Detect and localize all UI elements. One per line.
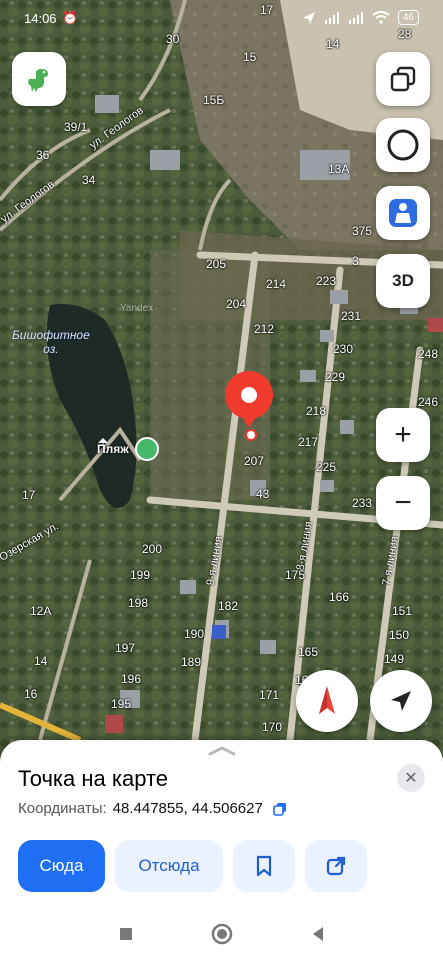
house-number: 223 [316, 274, 337, 288]
house-number: 246 [418, 395, 439, 409]
zoom-out-button[interactable]: − [376, 476, 430, 530]
wifi-icon [372, 11, 390, 24]
share-icon [326, 856, 346, 876]
house-number: 170 [262, 720, 283, 734]
beach-icon [98, 437, 159, 461]
back-icon[interactable] [311, 926, 325, 942]
home-icon[interactable] [211, 923, 233, 945]
house-number: 212 [254, 322, 275, 336]
zoom-in-button[interactable]: + [376, 408, 430, 462]
close-icon: ✕ [404, 770, 418, 787]
signal-icon [348, 11, 363, 24]
house-number: 207 [244, 454, 265, 468]
house-number: 16 [24, 687, 38, 701]
alarm-icon: ⏰ [62, 10, 79, 25]
house-number: 195 [111, 697, 132, 711]
house-number: 13А [328, 162, 350, 176]
house-number: 36 [36, 148, 50, 162]
house-number: 225 [316, 460, 337, 474]
coordinates-value[interactable]: 48.447855, 44.506627 [113, 800, 263, 817]
house-number: 14 [34, 654, 48, 668]
house-number: 166 [329, 590, 350, 604]
beach-label: Пляж [97, 442, 129, 456]
house-number: 12А [30, 604, 52, 618]
map-pin[interactable] [222, 370, 276, 441]
house-number: 34 [82, 173, 96, 187]
house-number: 17 [22, 488, 36, 502]
house-number: 43 [256, 487, 270, 501]
house-number: 15 [243, 50, 257, 64]
action-buttons: Сюда Отсюда [18, 840, 367, 892]
house-number: 233 [352, 496, 373, 510]
house-number: 197 [115, 641, 136, 655]
compass-icon [319, 686, 335, 714]
beach-poi[interactable]: Пляж [97, 437, 159, 461]
house-number: 39/1 [64, 120, 88, 134]
sheet-handle-icon[interactable] [207, 746, 237, 756]
house-number: 15Б [203, 93, 225, 107]
house-number: 205 [206, 257, 227, 271]
house-number: 248 [418, 347, 439, 361]
guide-button[interactable] [376, 186, 430, 240]
house-number: 231 [341, 309, 362, 323]
status-bar: 14:06 ⏰ 46 [0, 0, 443, 36]
navigation-arrow-icon [391, 691, 411, 711]
house-number: 189 [181, 655, 202, 669]
alice-button[interactable] [376, 118, 430, 172]
map-watermark: Yandex [120, 303, 154, 314]
house-number: 230 [333, 342, 354, 356]
house-number: 182 [218, 599, 239, 613]
house-number: 375 [352, 224, 373, 238]
lake-label-text: Бишофитное оз. [12, 328, 90, 356]
my-location-button[interactable] [370, 670, 432, 732]
recents-icon[interactable] [119, 927, 133, 941]
bookmark-button[interactable] [233, 840, 295, 892]
coordinates-row: Координаты: 48.447855, 44.506627 [18, 800, 287, 817]
signal-icon [324, 11, 339, 24]
close-button[interactable]: ✕ [397, 764, 425, 792]
house-number: 190 [184, 627, 205, 641]
lake-label: Бишофитное оз. [12, 328, 90, 356]
house-number: 198 [128, 596, 149, 610]
house-number: 171 [259, 688, 280, 702]
sheet-title: Точка на карте [18, 766, 169, 791]
status-icons: 46 [302, 10, 419, 25]
house-number: 214 [266, 277, 287, 291]
location-arrow-icon [302, 11, 315, 24]
house-number: 218 [306, 404, 327, 418]
battery-indicator: 46 [397, 10, 419, 25]
bookmark-icon [256, 855, 272, 877]
house-number: 175 [285, 568, 306, 582]
3d-toggle[interactable]: 3D [376, 254, 430, 308]
layers-icon [390, 66, 416, 92]
share-button[interactable] [305, 840, 367, 892]
route-to-button[interactable]: Сюда [18, 840, 105, 892]
house-number: 217 [298, 435, 319, 449]
guide-icon [389, 199, 417, 227]
house-number: 204 [226, 297, 247, 311]
house-number: 165 [298, 645, 319, 659]
status-time: 14:06 [24, 11, 57, 26]
pin-point-icon [245, 429, 257, 441]
layers-button[interactable] [376, 52, 430, 106]
dinosaur-button[interactable] [12, 52, 66, 106]
house-number: 14 [326, 37, 340, 51]
house-number: 196 [121, 672, 142, 686]
system-nav-bar [0, 908, 443, 960]
route-from-button[interactable]: Отсюда [115, 840, 223, 892]
coordinates-label: Координаты: [18, 800, 107, 817]
copy-icon[interactable] [273, 802, 287, 816]
house-number: 150 [389, 628, 410, 642]
house-number: 149 [384, 652, 405, 666]
house-number: 229 [325, 370, 346, 384]
house-number: 3 [352, 254, 359, 268]
dinosaur-icon [28, 69, 48, 92]
house-number: 151 [392, 604, 413, 618]
house-number: 200 [142, 542, 163, 556]
alice-icon [387, 129, 419, 161]
house-number: 199 [130, 568, 151, 582]
compass-button[interactable] [296, 670, 358, 732]
